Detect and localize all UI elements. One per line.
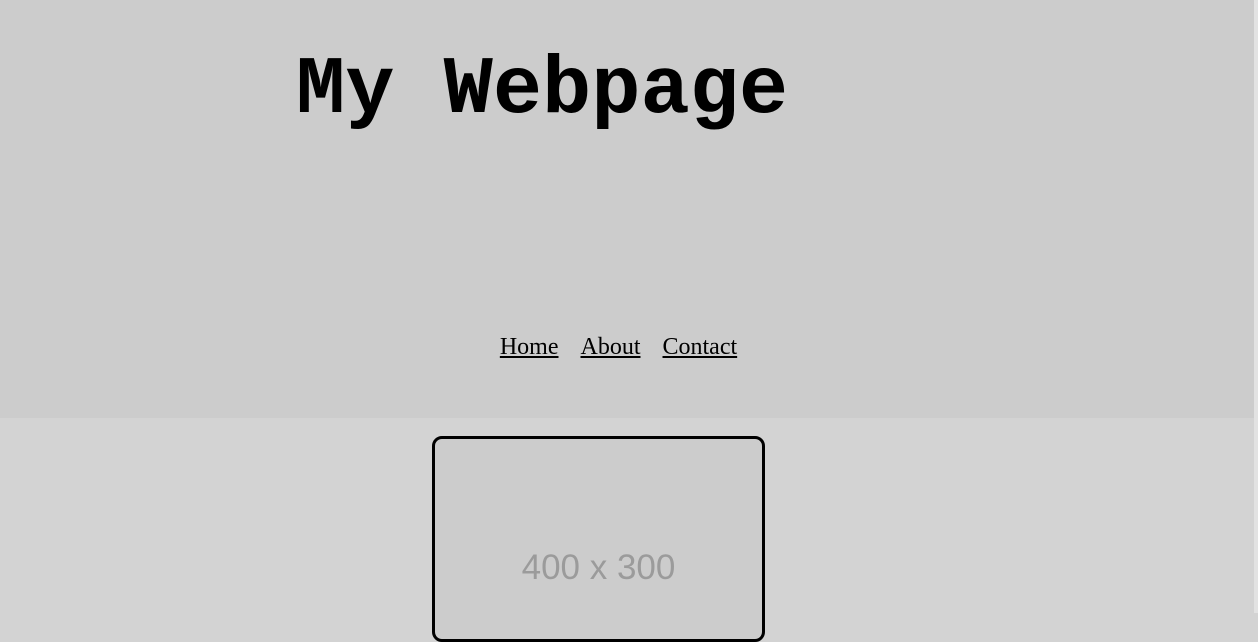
image-placeholder: 400 x 300 [432,436,765,642]
image-placeholder-label: 400 x 300 [521,548,676,587]
scrollbar-track[interactable] [1254,0,1258,613]
nav-link-home[interactable]: Home [500,334,559,360]
page-header: My Webpage Home About Contact [0,0,1254,418]
page-title: My Webpage [296,44,789,137]
nav-link-contact[interactable]: Contact [663,334,738,360]
nav-link-about[interactable]: About [581,334,641,360]
main-nav: Home About Contact [0,332,1237,362]
